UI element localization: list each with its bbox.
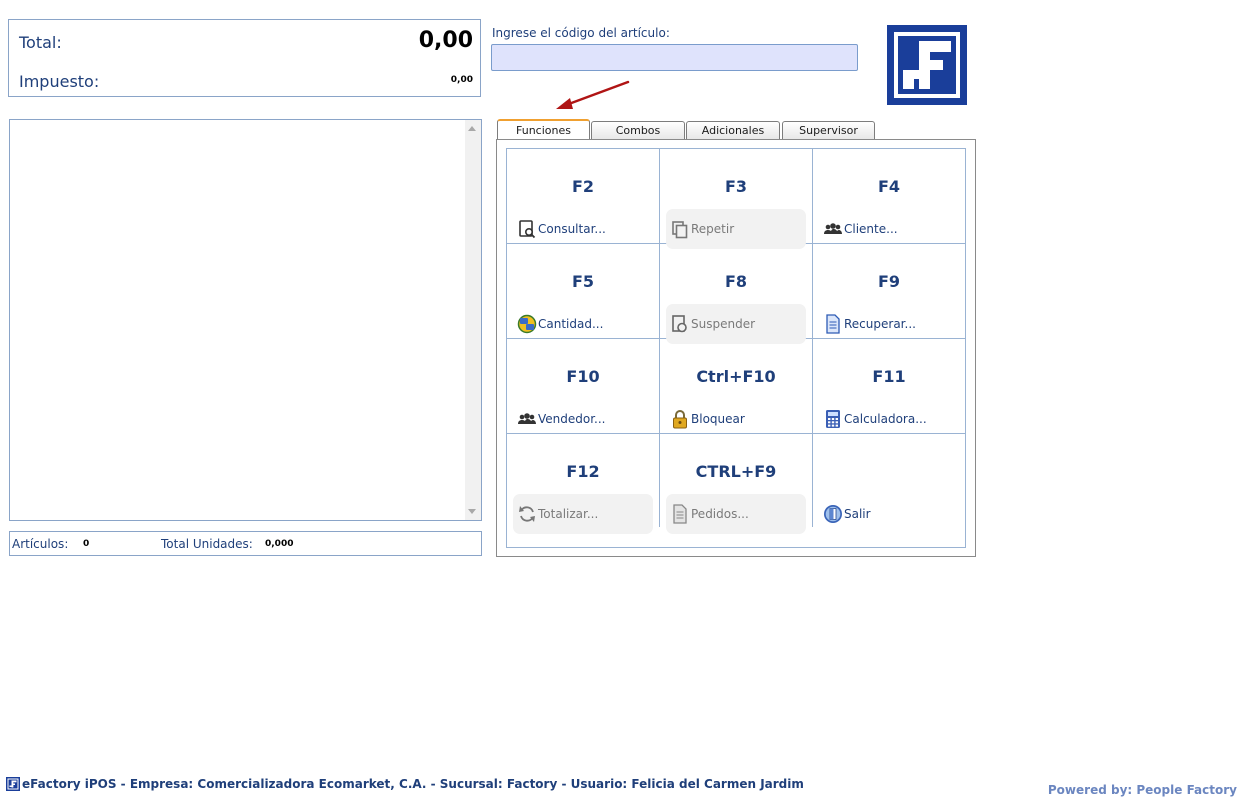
total-label: Total: bbox=[19, 33, 62, 52]
function-cell-f2: F2 Consultar... bbox=[507, 149, 660, 244]
function-key-label: F3 bbox=[724, 177, 748, 196]
users-icon bbox=[823, 219, 843, 239]
function-cell-ctrl-f9: CTRL+F9 Pedidos... bbox=[660, 434, 813, 534]
cliente-label: Cliente... bbox=[844, 222, 898, 236]
pedidos-label: Pedidos... bbox=[691, 507, 749, 521]
function-cell-salir: Salir bbox=[813, 434, 965, 527]
exchange-icon bbox=[517, 314, 537, 334]
tab-adicionales[interactable]: Adicionales bbox=[686, 121, 780, 140]
suspend-document-icon bbox=[670, 314, 690, 334]
footer-info: eFactory iPOS - Empresa: Comercializador… bbox=[6, 777, 804, 791]
articles-label: Artículos: bbox=[12, 537, 69, 551]
tax-value: 0,00 bbox=[450, 75, 473, 85]
vendedor-button[interactable]: Vendedor... bbox=[513, 399, 653, 439]
document-icon bbox=[823, 314, 843, 334]
function-cell-f8: F8 Suspender bbox=[660, 244, 813, 344]
tab-supervisor[interactable]: Supervisor bbox=[782, 121, 875, 140]
salir-button[interactable]: Salir bbox=[819, 494, 959, 534]
function-cell-f12: F12 Totalizar... bbox=[507, 434, 660, 534]
recuperar-label: Recuperar... bbox=[844, 317, 916, 331]
function-key-label: F2 bbox=[571, 177, 595, 196]
function-key-label: F11 bbox=[872, 367, 906, 386]
function-cell-f4: F4 Cliente... bbox=[813, 149, 965, 244]
repetir-button[interactable]: Repetir bbox=[666, 209, 806, 249]
total-units-value: 0,000 bbox=[265, 539, 294, 549]
recuperar-button[interactable]: Recuperar... bbox=[819, 304, 959, 344]
powered-by: Powered by: People Factory bbox=[1047, 783, 1237, 797]
functions-panel: F2 Consultar... F3 Repetir F4 Cliente...… bbox=[496, 139, 976, 557]
totalizar-button[interactable]: Totalizar... bbox=[513, 494, 653, 534]
item-list[interactable] bbox=[9, 119, 482, 521]
function-key-grid: F2 Consultar... F3 Repetir F4 Cliente...… bbox=[506, 148, 966, 548]
suspender-label: Suspender bbox=[691, 317, 756, 331]
tab-funciones[interactable]: Funciones bbox=[497, 119, 590, 139]
item-code-input[interactable] bbox=[491, 44, 858, 71]
efactory-small-logo-icon bbox=[6, 777, 20, 791]
scroll-down-arrow-icon[interactable] bbox=[468, 509, 476, 514]
function-cell-ctrl-f10: Ctrl+F10 Bloquear bbox=[660, 339, 813, 434]
function-key-label: F5 bbox=[571, 272, 595, 291]
scroll-up-arrow-icon[interactable] bbox=[468, 126, 476, 131]
calculadora-button[interactable]: Calculadora... bbox=[819, 399, 959, 439]
function-key-label: Ctrl+F10 bbox=[696, 367, 776, 386]
exit-door-icon bbox=[823, 504, 843, 524]
cliente-button[interactable]: Cliente... bbox=[819, 209, 959, 249]
vendedor-label: Vendedor... bbox=[538, 412, 606, 426]
pedidos-button[interactable]: Pedidos... bbox=[666, 494, 806, 534]
consultar-label: Consultar... bbox=[538, 222, 606, 236]
totalizar-label: Totalizar... bbox=[538, 507, 599, 521]
consultar-button[interactable]: Consultar... bbox=[513, 209, 653, 249]
calculator-icon bbox=[823, 409, 843, 429]
total-value: 0,00 bbox=[418, 28, 473, 53]
function-key-label: F12 bbox=[566, 462, 600, 481]
cantidad-button[interactable]: Cantidad... bbox=[513, 304, 653, 344]
suspender-button[interactable]: Suspender bbox=[666, 304, 806, 344]
efactory-logo bbox=[887, 25, 967, 105]
footer-session-info: eFactory iPOS - Empresa: Comercializador… bbox=[22, 777, 804, 791]
total-units-label: Total Unidades: bbox=[161, 537, 253, 551]
document-icon bbox=[670, 504, 690, 524]
function-key-label: CTRL+F9 bbox=[695, 462, 777, 481]
lock-icon bbox=[670, 409, 690, 429]
copy-icon bbox=[670, 219, 690, 239]
users-icon bbox=[517, 409, 537, 429]
function-key-label: F8 bbox=[724, 272, 748, 291]
hint-arrow-icon bbox=[556, 80, 630, 109]
repetir-label: Repetir bbox=[691, 222, 735, 236]
function-key-label: F9 bbox=[877, 272, 901, 291]
articles-count: 0 bbox=[83, 539, 90, 549]
tax-label: Impuesto: bbox=[19, 72, 100, 91]
function-cell-f5: F5 Cantidad... bbox=[507, 244, 660, 339]
function-cell-f10: F10 Vendedor... bbox=[507, 339, 660, 434]
totals-panel: Total: 0,00 Impuesto: 0,00 bbox=[8, 19, 481, 97]
function-key-label: F4 bbox=[877, 177, 901, 196]
item-list-scrollbar[interactable] bbox=[465, 120, 481, 520]
tab-combos[interactable]: Combos bbox=[591, 121, 685, 140]
function-cell-f11: F11 Calculadora... bbox=[813, 339, 965, 434]
bloquear-button[interactable]: Bloquear bbox=[666, 399, 806, 439]
status-bar: Artículos: 0 Total Unidades: 0,000 bbox=[9, 531, 482, 556]
function-key-label: F10 bbox=[566, 367, 600, 386]
salir-label: Salir bbox=[844, 507, 871, 521]
function-cell-f9: F9 Recuperar... bbox=[813, 244, 965, 339]
bloquear-label: Bloquear bbox=[691, 412, 745, 426]
item-code-label: Ingrese el código del artículo: bbox=[492, 26, 670, 40]
cantidad-label: Cantidad... bbox=[538, 317, 604, 331]
search-document-icon bbox=[517, 219, 537, 239]
function-cell-f3: F3 Repetir bbox=[660, 149, 813, 249]
calculadora-label: Calculadora... bbox=[844, 412, 927, 426]
refresh-icon bbox=[517, 504, 537, 524]
